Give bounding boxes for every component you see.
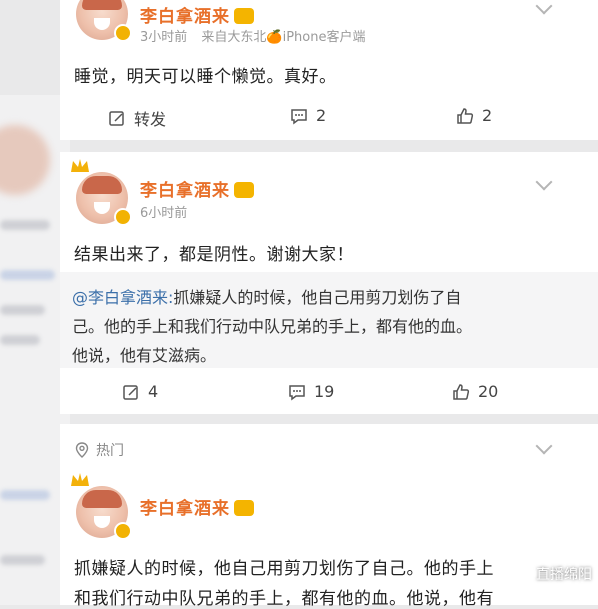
mention-link[interactable]: @李白拿酒来: [72,288,173,307]
avatar[interactable] [76,0,132,42]
post-username[interactable]: 李白拿酒来 [140,176,254,201]
post-card: 李白拿酒来 3小时前 来自大东北🍊iPhone客户端 睡觉，明天可以睡个懒觉。真… [60,0,598,140]
action-bar: 转发 2 2 [60,100,598,136]
post-text: 和我们行动中队兄弟的手上，都有他的血。他说，他有 [74,589,494,609]
member-badge-icon [234,182,254,198]
action-bar: 4 19 20 [60,376,598,412]
quoted-post[interactable]: @李白拿酒来:抓嫌疑人的时候，他自己用剪刀划伤了自 己。他的手上和我们行动中队兄… [60,272,598,368]
post-text: 抓嫌疑人的时候，他自己用剪刀划伤了自己。他的手上 [74,559,494,579]
watermark-brand: 直播绵阳 [514,564,592,584]
post-username[interactable]: 李白拿酒来 [140,494,254,519]
post-time: 6小时前 [140,206,188,221]
comment-icon [289,384,305,400]
repost-icon [109,111,124,126]
like-button[interactable]: 2 [456,106,492,125]
post-text: 睡觉，明天可以睡个懒觉。真好。 [74,67,337,87]
thumbs-up-icon [453,383,470,400]
avatar[interactable] [71,473,132,540]
location-pin-icon [75,442,89,458]
post-username[interactable]: 李白拿酒来 [140,2,254,27]
thumbs-up-icon [457,107,474,124]
comment-button[interactable]: 2 [290,106,326,125]
chevron-down-icon[interactable] [535,437,553,455]
repost-button[interactable]: 转发 [108,106,166,130]
post-time: 3小时前 [140,30,188,45]
quote-text: 抓嫌疑人的时候，他自己用剪刀划伤了自 [173,288,462,307]
repost-button[interactable]: 4 [122,382,158,401]
member-badge-icon [234,500,254,516]
verified-badge-icon [114,24,132,42]
comment-button[interactable]: 19 [288,382,334,401]
member-badge-icon [234,8,254,24]
verified-badge-icon [114,522,132,540]
post-meta: 3小时前 来自大东北🍊iPhone客户端 [140,26,366,45]
chevron-down-icon[interactable] [535,0,553,15]
quote-text: 他说，他有艾滋病。 [72,346,217,365]
crown-icon [71,159,89,172]
hot-section-label: 热门 [74,440,124,460]
chevron-down-icon[interactable] [535,173,553,191]
comment-icon [291,108,307,124]
quote-text: 己。他的手上和我们行动中队兄弟的手上，都有他的血。 [72,317,473,336]
avatar[interactable] [71,159,132,226]
post-card: 李白拿酒来 6小时前 结果出来了，都是阴性。谢谢大家！ @李白拿酒来:抓嫌疑人的… [60,152,598,414]
post-text: 结果出来了，都是阴性。谢谢大家！ [74,245,354,265]
post-source: 来自大东北🍊iPhone客户端 [201,30,366,45]
like-button[interactable]: 20 [452,382,498,401]
repost-icon [123,384,138,400]
crown-icon [71,473,89,486]
brand-logo-icon [514,565,532,583]
verified-badge-icon [114,208,132,226]
